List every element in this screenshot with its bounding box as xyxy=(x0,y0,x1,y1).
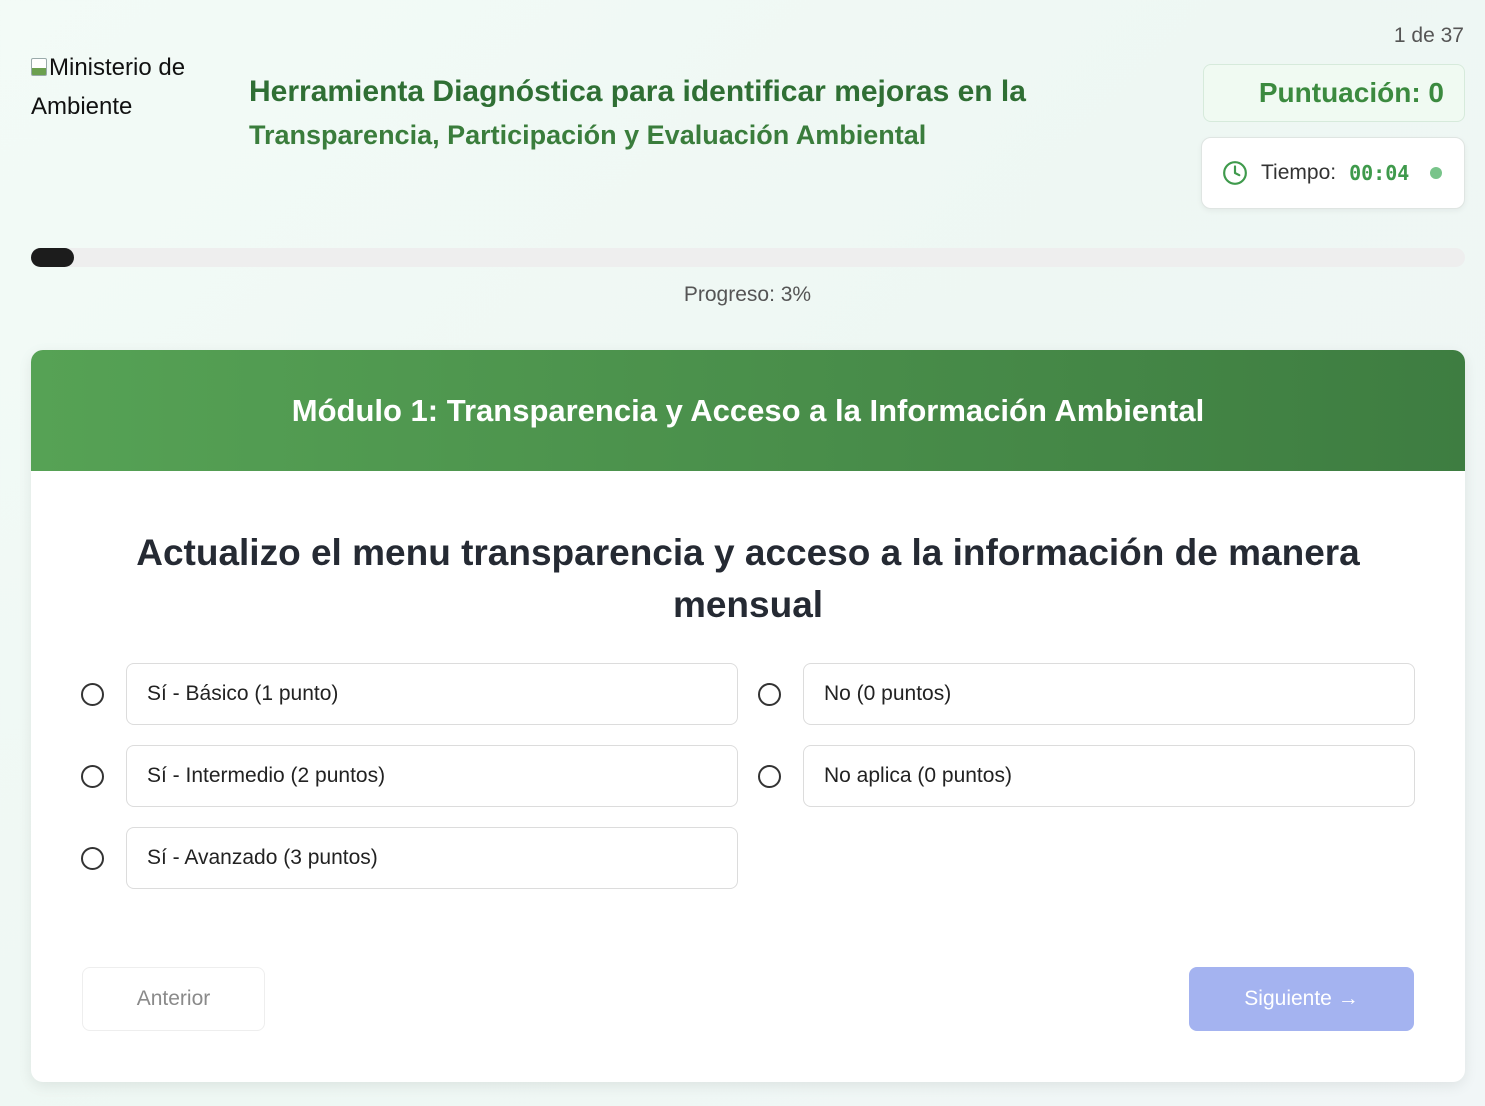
option-si-intermedio[interactable]: Sí - Intermedio (2 puntos) xyxy=(81,745,738,807)
progress-bar-fill xyxy=(31,248,75,267)
clock-icon xyxy=(1223,161,1247,185)
module-title: Módulo 1: Transparencia y Acceso a la In… xyxy=(31,350,1465,471)
ministry-logo: Ministerio de Ambiente xyxy=(31,48,231,126)
question-text: Actualizo el menu transparencia y acceso… xyxy=(136,532,1360,625)
question-counter: 1 de 37 xyxy=(1393,24,1464,47)
radio-button[interactable] xyxy=(81,682,104,706)
option-label[interactable]: Sí - Avanzado (3 puntos) xyxy=(126,827,738,889)
option-label[interactable]: No (0 puntos) xyxy=(803,663,1415,725)
timer-label: Tiempo: xyxy=(1261,161,1337,184)
logo-alt-text: Ministerio de Ambiente xyxy=(31,54,186,120)
option-label[interactable]: No aplica (0 puntos) xyxy=(803,745,1415,807)
option-si-basico[interactable]: Sí - Básico (1 punto) xyxy=(81,663,738,725)
timer-value: 00:04 xyxy=(1349,161,1410,185)
progress-label: Progreso: 3% xyxy=(683,283,812,306)
question-card: Módulo 1: Transparencia y Acceso a la In… xyxy=(31,350,1465,1082)
option-no-aplica[interactable]: No aplica (0 puntos) xyxy=(758,745,1415,807)
radio-button[interactable] xyxy=(81,764,104,788)
option-label[interactable]: Sí - Básico (1 punto) xyxy=(126,663,738,725)
radio-button[interactable] xyxy=(758,764,781,788)
next-button[interactable]: Siguiente → xyxy=(1189,967,1414,1031)
option-label[interactable]: Sí - Intermedio (2 puntos) xyxy=(126,745,738,807)
score-badge: Puntuación: 0 xyxy=(1203,64,1465,122)
page-title-line2: Transparencia, Participación y Evaluació… xyxy=(249,120,927,150)
timer-status-dot xyxy=(1430,167,1443,179)
radio-button[interactable] xyxy=(758,682,781,706)
previous-button[interactable]: Anterior xyxy=(82,967,265,1031)
progress-bar xyxy=(31,248,1465,267)
answer-options: Sí - Básico (1 punto) No (0 puntos) Sí -… xyxy=(81,663,1415,889)
radio-button[interactable] xyxy=(81,846,104,870)
page-title: Herramienta Diagnóstica para identificar… xyxy=(249,72,1026,158)
option-no[interactable]: No (0 puntos) xyxy=(758,663,1415,725)
broken-image-icon xyxy=(31,58,47,76)
timer-panel: Tiempo: 00:04 xyxy=(1201,137,1465,209)
option-si-avanzado[interactable]: Sí - Avanzado (3 puntos) xyxy=(81,827,738,889)
page-title-line1: Herramienta Diagnóstica para identificar… xyxy=(249,75,1026,108)
